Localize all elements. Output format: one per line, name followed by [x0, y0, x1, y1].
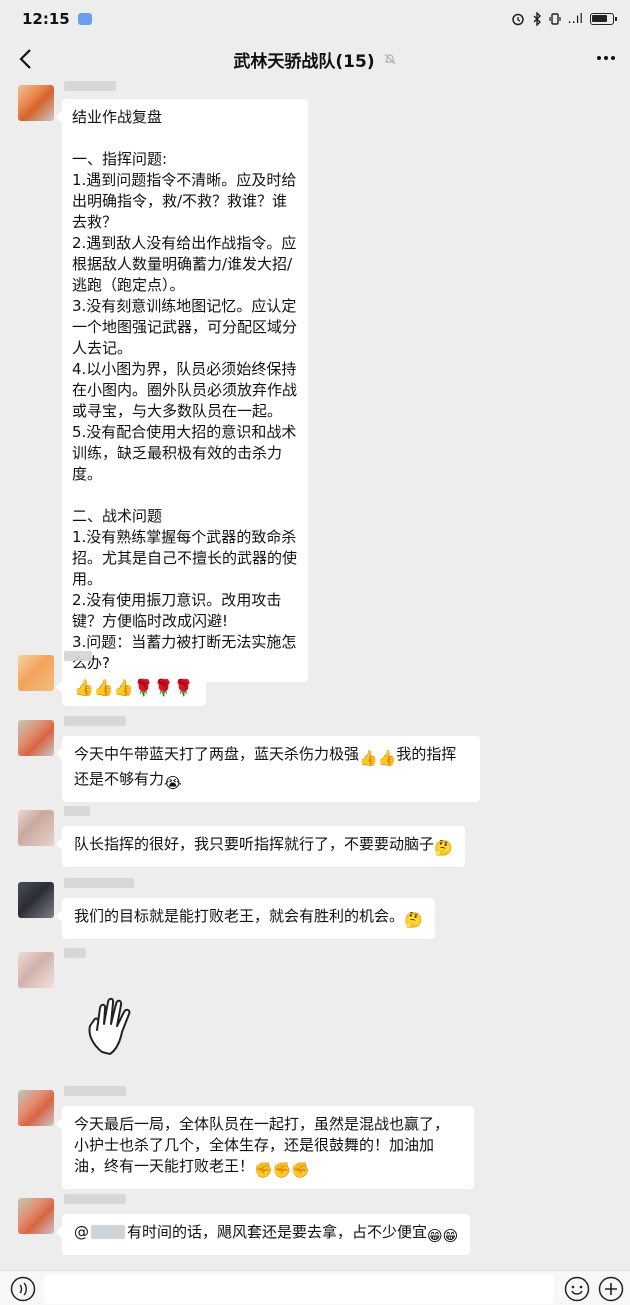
mention-name-blurred: [91, 1225, 125, 1239]
waving-hand-sticker-icon[interactable]: [84, 992, 144, 1062]
mute-bell-icon: [384, 53, 395, 65]
avatar[interactable]: [18, 1198, 54, 1234]
message-bubble[interactable]: 结业作战复盘 一、指挥问题: 1.遇到问题指令不清晰。应及时给出明确指令，救/不…: [56, 99, 308, 682]
sender-name-blurred: [64, 651, 92, 661]
avatar[interactable]: [18, 810, 54, 846]
vibrate-icon: [548, 13, 561, 25]
signal-icon: ..ıl: [567, 11, 584, 27]
sender-name-blurred: [64, 948, 86, 958]
chat-title: 武林天骄战队(15): [233, 51, 375, 72]
message-bubble[interactable]: 今天中午带蓝天打了两盘，蓝天杀伤力极强👍👍我的指挥还是不够有力😭: [56, 736, 480, 802]
hotspot-icon: [77, 13, 92, 25]
sender-name-blurred: [64, 716, 126, 726]
input-bar: [0, 1270, 630, 1305]
message-bubble[interactable]: 今天最后一局，全体队员在一起打，虽然是混战也赢了，小护士也杀了几个，全体生存，还…: [56, 1106, 474, 1189]
emoji-picker-icon[interactable]: [564, 1276, 590, 1302]
mention-at: @: [74, 1223, 89, 1241]
back-arrow-icon[interactable]: [14, 46, 40, 72]
sender-name-blurred: [64, 1086, 126, 1096]
fist-icon: ✊✊✊: [254, 1161, 311, 1179]
status-time: 12:15: [22, 10, 70, 28]
more-options-icon[interactable]: [594, 48, 618, 68]
avatar[interactable]: [18, 882, 54, 918]
avatar[interactable]: [18, 655, 54, 691]
bluetooth-icon: [533, 12, 541, 26]
status-icons: ..ıl: [511, 11, 617, 27]
message-text: 我们的目标就是能打败老王，就会有胜利的机会。: [74, 907, 405, 925]
grinning-face-icon: 😁😁: [427, 1227, 459, 1245]
avatar[interactable]: [18, 720, 54, 756]
alarm-icon: [511, 13, 524, 26]
message-bubble[interactable]: 我们的目标就是能打败老王，就会有胜利的机会。🤔: [56, 898, 435, 939]
message-input[interactable]: [44, 1274, 554, 1304]
message-bubble[interactable]: 队长指挥的很好，我只要听指挥就行了，不要要动脑子🤔: [56, 826, 465, 867]
battery-icon: [590, 13, 617, 25]
chat-header: 武林天骄战队(15): [0, 38, 630, 80]
thinking-face-icon: 🤔: [404, 911, 423, 929]
thumbs-up-icon: 👍👍: [359, 749, 397, 767]
message-list[interactable]: 结业作战复盘 一、指挥问题: 1.遇到问题指令不清晰。应及时给出明确指令，救/不…: [0, 80, 630, 1270]
avatar[interactable]: [18, 952, 54, 988]
sender-name-blurred: [64, 1194, 126, 1204]
plus-more-icon[interactable]: [598, 1276, 624, 1302]
sender-name-blurred: [64, 806, 90, 816]
avatar[interactable]: [18, 85, 54, 121]
sender-name-blurred: [64, 878, 134, 888]
avatar[interactable]: [18, 1090, 54, 1126]
message-text: 今天中午带蓝天打了两盘，蓝天杀伤力极强: [74, 745, 360, 763]
voice-input-icon[interactable]: [10, 1276, 36, 1302]
sender-name-blurred: [64, 81, 116, 91]
crying-face-icon: 😭: [164, 774, 182, 792]
message-text: 队长指挥的很好，我只要听指挥就行了，不要要动脑子: [74, 835, 435, 853]
message-bubble[interactable]: 👍👍👍🌹🌹🌹: [56, 669, 206, 706]
status-bar: 12:15 ..ıl: [0, 0, 630, 38]
message-text: 有时间的话，飓风套还是要去拿，占不少便宜: [127, 1223, 428, 1241]
thinking-face-icon: 🤔: [434, 839, 453, 857]
message-bubble[interactable]: @ 有时间的话，飓风套还是要去拿，占不少便宜😁😁: [55, 1214, 471, 1255]
